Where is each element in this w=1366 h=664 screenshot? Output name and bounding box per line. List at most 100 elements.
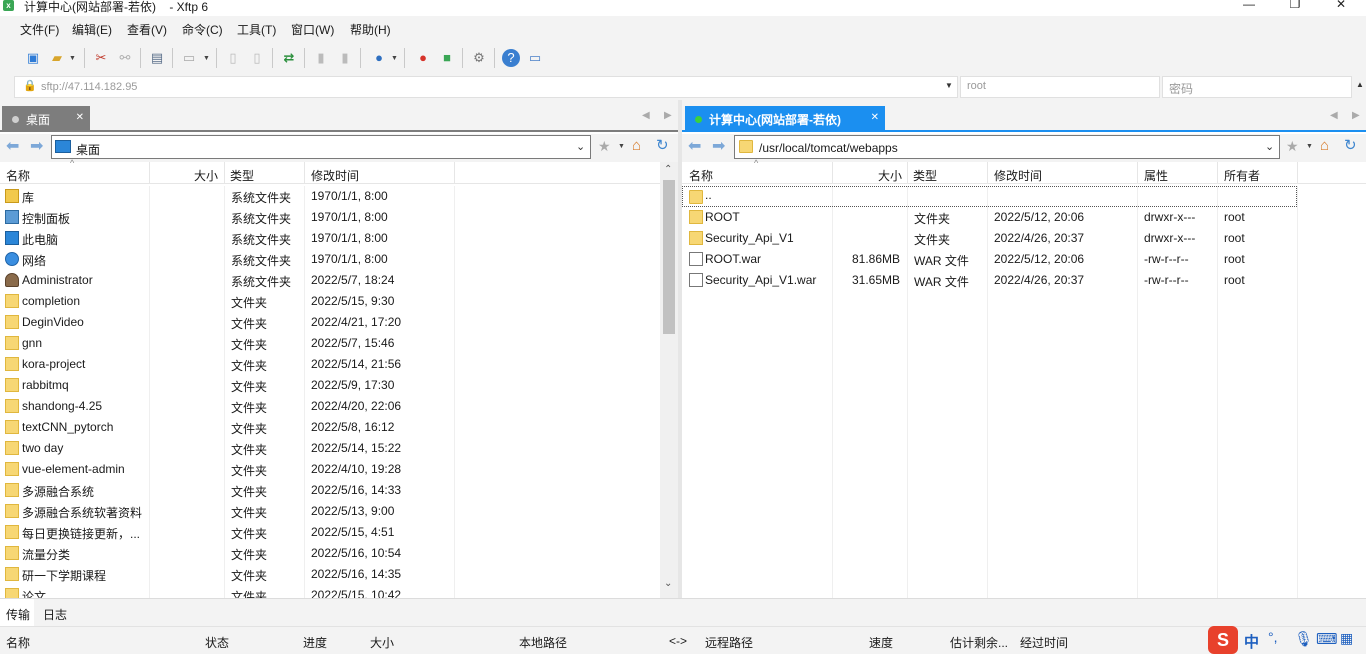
col-progress[interactable]: 进度: [303, 634, 327, 651]
menu-tools[interactable]: 工具(T): [237, 21, 276, 38]
table-row[interactable]: 研一下学期课程 文件夹 2022/5/16, 14:35: [0, 564, 660, 585]
table-row[interactable]: 网络 系统文件夹 1970/1/1, 8:00: [0, 249, 660, 270]
table-row[interactable]: Security_Api_V1 文件夹 2022/4/26, 20:37 drwxr-…: [682, 228, 1366, 249]
menu-window[interactable]: 窗口(W): [291, 21, 334, 38]
tab-log[interactable]: 日志: [36, 599, 76, 626]
chevron-down-icon[interactable]: ▼: [1306, 143, 1313, 150]
table-row[interactable]: ROOT 文件夹 2022/5/12, 20:06 drwxr-x--- root: [682, 207, 1366, 228]
chevron-down-icon[interactable]: ⌄: [576, 140, 585, 153]
close-button[interactable]: ✕: [1318, 0, 1364, 13]
close-icon[interactable]: ✕: [76, 112, 84, 123]
ime-lang[interactable]: 中: [1244, 631, 1259, 652]
menu-view[interactable]: 查看(V): [127, 21, 167, 38]
table-row[interactable]: 控制面板 系统文件夹 1970/1/1, 8:00: [0, 207, 660, 228]
table-row[interactable]: ROOT.war 81.86MB WAR 文件 2022/5/12, 20:06 -rw…: [682, 249, 1366, 270]
left-path-input[interactable]: 桌面 ⌄: [51, 135, 591, 159]
keyboard-icon[interactable]: ⌨: [1316, 630, 1338, 648]
table-row[interactable]: completion 文件夹 2022/5/15, 9:30: [0, 291, 660, 312]
menu-help[interactable]: 帮助(H): [350, 21, 391, 38]
microphone-icon[interactable]: 🎙: [1294, 630, 1313, 648]
grid-menu-icon[interactable]: ▦: [1340, 630, 1353, 647]
tab-prev-icon[interactable]: ◀: [1330, 110, 1338, 121]
table-row[interactable]: 每日更换链接更新，... 文件夹 2022/5/15, 4:51: [0, 522, 660, 543]
ime-punctuation[interactable]: °,: [1268, 629, 1278, 645]
table-row[interactable]: two day 文件夹 2022/5/14, 15:22: [0, 438, 660, 459]
table-row[interactable]: 库 系统文件夹 1970/1/1, 8:00: [0, 186, 660, 207]
disconnect-icon[interactable]: ✂: [92, 49, 110, 67]
tab-next-icon[interactable]: ▶: [664, 110, 672, 121]
chat-icon[interactable]: ▭: [526, 49, 544, 67]
tab-remote-session[interactable]: 计算中心(网站部署-若依) ✕: [685, 106, 885, 132]
col-local-path[interactable]: 本地路径: [519, 634, 567, 651]
col-owner[interactable]: 所有者: [1224, 167, 1260, 184]
col-name[interactable]: 名称: [6, 167, 30, 184]
refresh-icon[interactable]: ↻: [656, 136, 669, 154]
refresh-icon[interactable]: ↻: [1344, 136, 1357, 154]
minimize-button[interactable]: —: [1226, 0, 1272, 13]
sogou-icon[interactable]: S: [1208, 626, 1238, 654]
xshell-icon[interactable]: ●: [414, 49, 432, 67]
table-row[interactable]: 多源融合系统软著资料 文件夹 2022/5/13, 9:00: [0, 501, 660, 522]
table-row[interactable]: 论文 文件夹 2022/5/15, 10:42: [0, 585, 660, 598]
chevron-down-icon[interactable]: ⌄: [1265, 140, 1274, 153]
menu-file[interactable]: 文件(F): [20, 21, 59, 38]
reconnect-icon[interactable]: ⚯: [116, 49, 134, 67]
table-row[interactable]: Administrator 系统文件夹 2022/5/7, 18:24: [0, 270, 660, 291]
menu-command[interactable]: 命令(C): [182, 21, 223, 38]
open-folder-icon[interactable]: ▰: [48, 49, 66, 67]
paste-icon[interactable]: ▮: [312, 49, 330, 67]
home-icon[interactable]: ⌂: [1320, 137, 1329, 154]
table-row[interactable]: textCNN_pytorch 文件夹 2022/5/8, 16:12: [0, 417, 660, 438]
right-path-input[interactable]: /usr/local/tomcat/webapps ⌄: [734, 135, 1280, 159]
col-name[interactable]: 名称: [689, 167, 713, 184]
table-row[interactable]: 多源融合系统 文件夹 2022/5/16, 14:33: [0, 480, 660, 501]
tab-next-icon[interactable]: ▶: [1352, 110, 1360, 121]
chevron-up-icon[interactable]: ▲: [1356, 80, 1364, 89]
table-row[interactable]: gnn 文件夹 2022/5/7, 15:46: [0, 333, 660, 354]
table-row[interactable]: rabbitmq 文件夹 2022/5/9, 17:30: [0, 375, 660, 396]
chevron-down-icon[interactable]: ▼: [945, 81, 953, 90]
col-type[interactable]: 类型: [913, 167, 937, 184]
table-row[interactable]: kora-project 文件夹 2022/5/14, 21:56: [0, 354, 660, 375]
table-row[interactable]: vue-element-admin 文件夹 2022/4/10, 19:28: [0, 459, 660, 480]
scroll-thumb[interactable]: [663, 180, 675, 334]
col-eta[interactable]: 估计剩余...: [950, 634, 1008, 651]
maximize-button[interactable]: ❐: [1272, 0, 1318, 13]
star-icon[interactable]: ★: [1286, 138, 1299, 155]
table-row[interactable]: 流量分类 文件夹 2022/5/16, 10:54: [0, 543, 660, 564]
username-field[interactable]: root: [960, 76, 1160, 98]
col-mtime[interactable]: 修改时间: [311, 167, 359, 184]
tab-transfer[interactable]: 传输: [0, 599, 34, 626]
chevron-down-icon[interactable]: ▼: [618, 143, 625, 150]
col-type[interactable]: 类型: [230, 167, 254, 184]
col-status[interactable]: 状态: [205, 634, 229, 651]
col-size[interactable]: 大小: [194, 167, 218, 184]
table-row[interactable]: DeginVideo 文件夹 2022/4/21, 17:20: [0, 312, 660, 333]
parent-dir-row[interactable]: ..: [682, 186, 1297, 207]
globe-icon[interactable]: ●: [370, 49, 388, 67]
sync-arrows-icon[interactable]: ⇄: [280, 49, 298, 67]
star-icon[interactable]: ★: [598, 138, 611, 155]
address-input[interactable]: 🔒 sftp://47.114.182.95 ▼: [14, 76, 958, 98]
new-session-icon[interactable]: ▣: [24, 49, 42, 67]
col-mtime[interactable]: 修改时间: [994, 167, 1042, 184]
back-arrow-icon[interactable]: ⬅: [6, 136, 19, 156]
col-size[interactable]: 大小: [370, 634, 394, 651]
tab-prev-icon[interactable]: ◀: [642, 110, 650, 121]
col-speed[interactable]: 速度: [869, 634, 893, 651]
col-size[interactable]: 大小: [878, 167, 902, 184]
forward-arrow-icon[interactable]: ➡: [30, 136, 43, 156]
forward-arrow-icon[interactable]: ➡: [712, 136, 725, 156]
xftp-new-icon[interactable]: ■: [438, 49, 456, 67]
menu-edit[interactable]: 编辑(E): [72, 21, 112, 38]
view-icon[interactable]: ▭: [180, 49, 198, 67]
col-permissions[interactable]: 属性: [1144, 167, 1168, 184]
left-scrollbar[interactable]: ⌃ ⌄: [660, 162, 678, 598]
help-icon[interactable]: ?: [502, 49, 520, 67]
properties-icon[interactable]: ▤: [148, 49, 166, 67]
gear-icon[interactable]: ⚙: [470, 49, 488, 67]
back-arrow-icon[interactable]: ⬅: [688, 136, 701, 156]
table-row[interactable]: Security_Api_V1.war 31.65MB WAR 文件 2022/4/2…: [682, 270, 1366, 291]
scroll-down-icon[interactable]: ⌄: [664, 578, 672, 589]
delete-icon[interactable]: ▮: [336, 49, 354, 67]
